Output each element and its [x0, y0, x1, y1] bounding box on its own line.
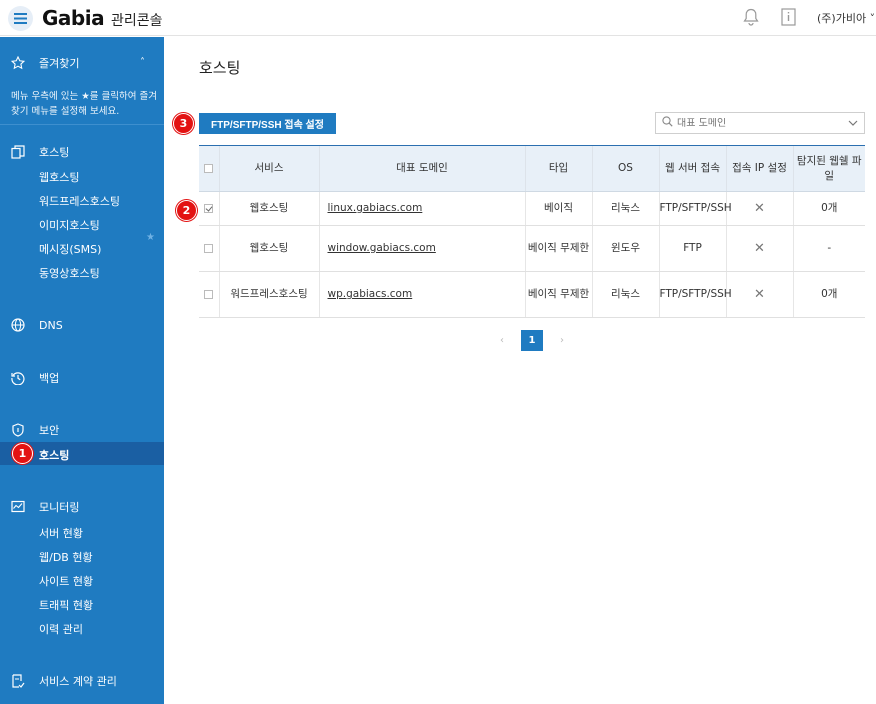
os-cell: 윈도우 [591, 225, 659, 272]
contract-icon [11, 674, 25, 688]
webshell-count-cell: - [792, 225, 865, 272]
monitor-chart-icon [11, 500, 25, 514]
sidebar-item-hosting[interactable]: 호스팅 [11, 144, 69, 160]
row-checkbox[interactable] [204, 243, 214, 253]
column-header: 대표 도메인 [318, 145, 525, 192]
column-header: 접속 IP 설정 [725, 145, 793, 192]
sidebar-item-history[interactable]: 이력 관리 [39, 621, 83, 637]
service-cell: 웹호스팅 [218, 191, 319, 226]
column-header: 서비스 [218, 145, 319, 192]
chevron-up-icon[interactable]: ˄ [140, 57, 145, 68]
favorite-star-icon[interactable]: ★ [146, 232, 155, 243]
sidebar: 즐겨찾기 ˄ 메뉴 우측에 있는 ★를 클릭하여 즐겨찾기 메뉴를 설정해 보세… [0, 37, 164, 704]
table-header-row: 서비스 대표 도메인 타입 OS 웹 서버 접속 접속 IP 설정 탐지된 웹쉘… [199, 145, 865, 192]
sidebar-item-favorites[interactable]: 즐겨찾기 [10, 55, 80, 71]
table-row[interactable]: 웹호스팅 linux.gabiacs.com 베이직 리눅스 FTP/SFTP/… [199, 191, 865, 226]
table-row[interactable]: 웹호스팅 window.gabiacs.com 베이직 무제한 윈도우 FTP … [199, 225, 865, 272]
chevron-right-icon[interactable]: › [555, 335, 569, 346]
access-cell: FTP/SFTP/SSH [658, 271, 732, 318]
favorites-hint: 메뉴 우측에 있는 ★를 클릭하여 즐겨찾기 메뉴를 설정해 보세요. [11, 91, 157, 117]
type-cell: 베이직 무제한 [524, 225, 592, 272]
sidebar-item-server-status[interactable]: 서버 현황 [39, 525, 83, 541]
os-cell: 리눅스 [591, 271, 659, 318]
search-icon [662, 116, 673, 130]
chevron-down-icon[interactable] [848, 118, 858, 131]
type-cell: 베이직 무제한 [524, 271, 592, 318]
column-header: OS [591, 145, 659, 192]
row-checkbox[interactable] [204, 203, 214, 213]
dns-label: DNS [39, 318, 63, 332]
favorites-label: 즐겨찾기 [39, 57, 80, 70]
brand-logo[interactable]: Gabia [42, 6, 105, 30]
x-icon: ✕ [754, 240, 765, 256]
os-cell: 리눅스 [591, 191, 659, 226]
domain-link[interactable]: window.gabiacs.com [328, 242, 436, 254]
user-menu[interactable]: (주)가비아 ˅ [817, 10, 875, 26]
sidebar-item-security[interactable]: 보안 [11, 422, 59, 438]
select-all-checkbox[interactable] [204, 163, 214, 173]
page-title: 호스팅 [199, 59, 241, 77]
page-button[interactable]: 1 [521, 330, 543, 351]
chevron-left-icon[interactable]: ‹ [495, 335, 509, 346]
sidebar-item-webdb-status[interactable]: 웹/DB 현황 [39, 549, 93, 565]
domain-link[interactable]: linux.gabiacs.com [328, 202, 423, 214]
annotation-marker-1: 1 [12, 443, 33, 464]
hosting-label: 호스팅 [39, 146, 70, 159]
copy-icon [11, 145, 25, 159]
history-icon [11, 371, 25, 386]
brand-subtitle: 관리콘솔 [111, 13, 163, 29]
domain-search-input[interactable] [677, 117, 837, 129]
top-bar: Gabia 관리콘솔 (주)가비아 ˅ [0, 0, 876, 36]
monitoring-label: 모니터링 [39, 501, 80, 514]
shield-icon [11, 423, 25, 437]
access-cell: FTP/SFTP/SSH [658, 191, 732, 226]
pagination: ‹ 1 › [495, 330, 569, 351]
bell-icon[interactable] [743, 8, 759, 29]
row-checkbox[interactable] [204, 289, 214, 299]
sidebar-item-site-status[interactable]: 사이트 현황 [39, 573, 93, 589]
favorites-section: 즐겨찾기 ˄ 메뉴 우측에 있는 ★를 클릭하여 즐겨찾기 메뉴를 설정해 보세… [0, 37, 164, 125]
table-row[interactable]: 워드프레스호스팅 wp.gabiacs.com 베이직 무제한 리눅스 FTP/… [199, 271, 865, 318]
type-cell: 베이직 [524, 191, 592, 226]
sidebar-item-monitoring[interactable]: 모니터링 [11, 499, 79, 515]
chevron-down-icon: ˅ [866, 12, 876, 25]
access-cell: FTP [658, 225, 726, 272]
sidebar-item-security-hosting[interactable]: 호스팅 [39, 447, 69, 463]
contract-label: 서비스 계약 관리 [39, 675, 117, 688]
menu-icon[interactable] [8, 6, 33, 31]
sidebar-item-traffic-status[interactable]: 트래픽 현황 [39, 597, 93, 613]
sidebar-item-contract[interactable]: 서비스 계약 관리 [11, 673, 117, 689]
column-header: 탐지된 웹쉘 파일 [792, 145, 865, 192]
ftp-settings-button[interactable]: FTP/SFTP/SSH 접속 설정 [199, 113, 336, 134]
hosting-table: 서비스 대표 도메인 타입 OS 웹 서버 접속 접속 IP 설정 탐지된 웹쉘… [199, 145, 865, 318]
service-cell: 웹호스팅 [218, 225, 319, 272]
sidebar-item-web-hosting[interactable]: 웹호스팅 [39, 169, 79, 185]
annotation-marker-3: 3 [173, 113, 194, 134]
sidebar-item-video-hosting[interactable]: 동영상호스팅 [39, 265, 100, 281]
globe-icon [11, 318, 25, 332]
sidebar-item-dns[interactable]: DNS [11, 318, 63, 332]
x-icon: ✕ [754, 286, 765, 302]
column-header: 웹 서버 접속 [658, 145, 726, 192]
domain-link[interactable]: wp.gabiacs.com [328, 288, 413, 300]
x-icon: ✕ [754, 200, 765, 216]
backup-label: 백업 [39, 372, 60, 385]
webshell-count-cell: 0개 [792, 271, 865, 318]
sidebar-item-messaging[interactable]: 메시징(SMS) [39, 241, 101, 257]
column-header: 타입 [524, 145, 592, 192]
star-icon [10, 55, 26, 70]
domain-search[interactable] [655, 112, 865, 134]
webshell-count-cell: 0개 [792, 191, 865, 226]
select-all-cell[interactable] [199, 145, 219, 192]
sidebar-item-wordpress-hosting[interactable]: 워드프레스호스팅 [39, 193, 120, 209]
security-label: 보안 [39, 424, 60, 437]
notice-icon[interactable] [781, 8, 796, 29]
user-name: (주)가비아 [817, 12, 867, 25]
annotation-marker-2: 2 [176, 200, 197, 221]
sidebar-item-image-hosting[interactable]: 이미지호스팅 [39, 217, 100, 233]
sidebar-item-backup[interactable]: 백업 [11, 370, 59, 386]
service-cell: 워드프레스호스팅 [218, 271, 319, 318]
